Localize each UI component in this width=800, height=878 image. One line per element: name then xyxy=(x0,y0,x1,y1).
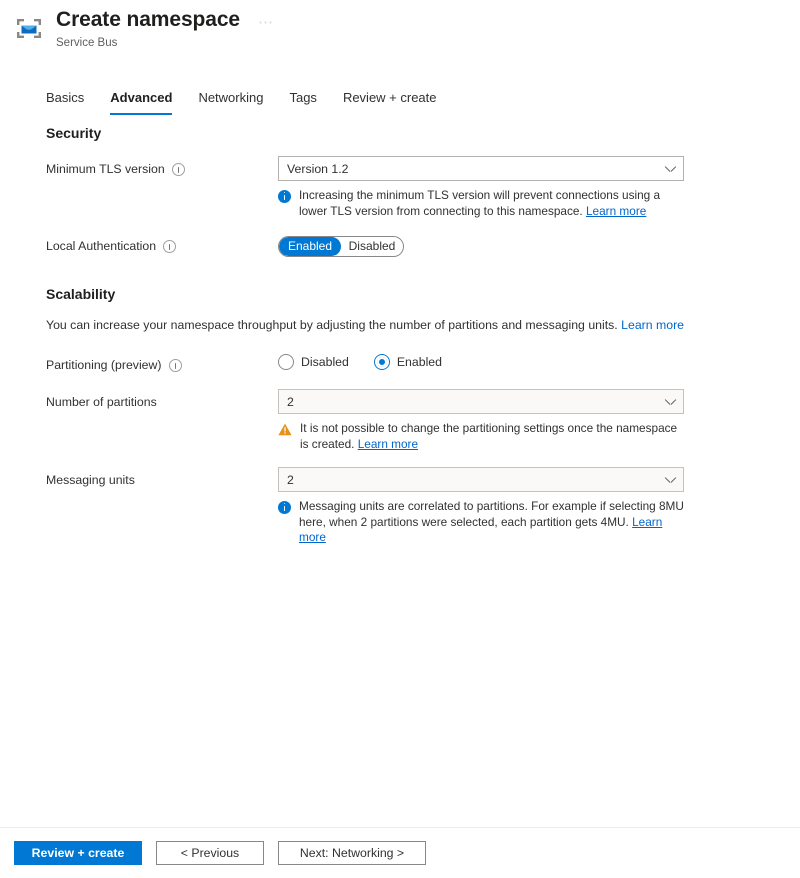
warning-triangle-icon xyxy=(278,423,292,436)
messaging-units-value: 2 xyxy=(287,472,294,487)
scalability-description-text: You can increase your namespace throughp… xyxy=(46,318,618,332)
minimum-tls-version-learn-more-link[interactable]: Learn more xyxy=(586,204,646,218)
scalability-learn-more-link[interactable]: Learn more xyxy=(621,318,684,332)
messaging-units-dropdown[interactable]: 2 xyxy=(278,467,684,492)
security-section-title: Security xyxy=(46,125,102,141)
local-authentication-toggle[interactable]: Enabled Disabled xyxy=(278,236,404,257)
local-authentication-field: Enabled Disabled xyxy=(278,233,746,257)
info-filled-icon xyxy=(278,189,291,203)
page-header: Create namespace ⋯ Service Bus xyxy=(0,0,800,58)
local-authentication-label-group: Local Authentication xyxy=(46,233,278,255)
review-create-button[interactable]: Review + create xyxy=(14,841,142,865)
radio-icon xyxy=(278,354,294,370)
partitioning-radio-enabled[interactable]: Enabled xyxy=(373,354,442,370)
partitioning-radio-disabled-label: Disabled xyxy=(301,355,349,369)
partitioning-label: Partitioning (preview) xyxy=(46,358,162,372)
chevron-down-icon xyxy=(666,165,675,174)
title-block: Create namespace ⋯ Service Bus xyxy=(56,6,275,50)
messaging-units-label-group: Messaging units xyxy=(46,467,278,489)
minimum-tls-version-dropdown[interactable]: Version 1.2 xyxy=(278,156,684,181)
minimum-tls-version-value: Version 1.2 xyxy=(287,161,349,176)
number-of-partitions-warning-text: It is not possible to change the partiti… xyxy=(300,421,678,451)
wizard-footer: Review + create < Previous Next: Network… xyxy=(0,828,800,878)
chevron-down-icon xyxy=(666,398,675,407)
minimum-tls-version-info-message: Increasing the minimum TLS version will … xyxy=(278,188,684,219)
info-circle-icon[interactable] xyxy=(171,163,185,176)
info-circle-icon[interactable] xyxy=(163,240,177,253)
partitioning-label-group: Partitioning (preview) xyxy=(46,352,278,374)
tab-advanced[interactable]: Advanced xyxy=(110,86,186,115)
page-title: Create namespace xyxy=(56,8,241,31)
messaging-units-row: Messaging units 2 Messaging units are co… xyxy=(46,467,746,546)
more-options-button[interactable]: ⋯ xyxy=(258,15,275,30)
partitioning-radio-disabled[interactable]: Disabled xyxy=(278,354,349,370)
minimum-tls-version-field: Version 1.2 Increasing the minimum TLS v… xyxy=(278,156,746,219)
partitioning-row: Partitioning (preview) Disabled Enabled xyxy=(46,352,746,374)
partitioning-field: Disabled Enabled xyxy=(278,352,746,370)
partitioning-radio-enabled-label: Enabled xyxy=(396,355,442,369)
messaging-units-info-text: Messaging units are correlated to partit… xyxy=(299,499,684,529)
number-of-partitions-learn-more-link[interactable]: Learn more xyxy=(358,437,418,451)
tab-basics[interactable]: Basics xyxy=(46,86,98,115)
tab-review-create[interactable]: Review + create xyxy=(343,86,451,115)
messaging-units-info-message: Messaging units are correlated to partit… xyxy=(278,499,684,546)
scalability-description: You can increase your namespace throughp… xyxy=(46,317,746,334)
create-namespace-page: Create namespace ⋯ Service Bus Basics Ad… xyxy=(0,0,800,878)
chevron-down-icon xyxy=(666,476,675,485)
number-of-partitions-label: Number of partitions xyxy=(46,395,157,409)
number-of-partitions-row: Number of partitions 2 It is not possibl… xyxy=(46,389,746,452)
number-of-partitions-value: 2 xyxy=(287,394,294,409)
minimum-tls-version-label-group: Minimum TLS version xyxy=(46,156,278,178)
service-bus-icon xyxy=(14,14,44,44)
number-of-partitions-warning-message: It is not possible to change the partiti… xyxy=(278,421,684,452)
local-authentication-option-disabled[interactable]: Disabled xyxy=(341,237,403,256)
number-of-partitions-label-group: Number of partitions xyxy=(46,389,278,411)
wizard-tabs: Basics Advanced Networking Tags Review +… xyxy=(46,86,463,115)
number-of-partitions-field: 2 It is not possible to change the parti… xyxy=(278,389,746,452)
partitioning-radio-group: Disabled Enabled xyxy=(278,352,746,370)
next-networking-button[interactable]: Next: Networking > xyxy=(278,841,426,865)
radio-selected-icon xyxy=(373,354,390,370)
page-subtitle: Service Bus xyxy=(56,37,118,49)
previous-button[interactable]: < Previous xyxy=(156,841,264,865)
local-authentication-option-enabled[interactable]: Enabled xyxy=(279,237,341,256)
scalability-section-title: Scalability xyxy=(46,286,116,302)
tab-networking[interactable]: Networking xyxy=(198,86,277,115)
info-circle-icon[interactable] xyxy=(168,359,182,372)
local-authentication-label: Local Authentication xyxy=(46,239,157,253)
messaging-units-field: 2 Messaging units are correlated to part… xyxy=(278,467,746,546)
tab-tags[interactable]: Tags xyxy=(289,86,330,115)
minimum-tls-version-row: Minimum TLS version Version 1.2 Increasi… xyxy=(46,156,746,219)
messaging-units-label: Messaging units xyxy=(46,473,135,487)
info-filled-icon xyxy=(278,500,291,514)
local-authentication-row: Local Authentication Enabled Disabled xyxy=(46,233,746,257)
number-of-partitions-dropdown[interactable]: 2 xyxy=(278,389,684,414)
advanced-form: Security Minimum TLS version Version 1.2… xyxy=(46,124,746,552)
minimum-tls-version-label: Minimum TLS version xyxy=(46,162,165,176)
